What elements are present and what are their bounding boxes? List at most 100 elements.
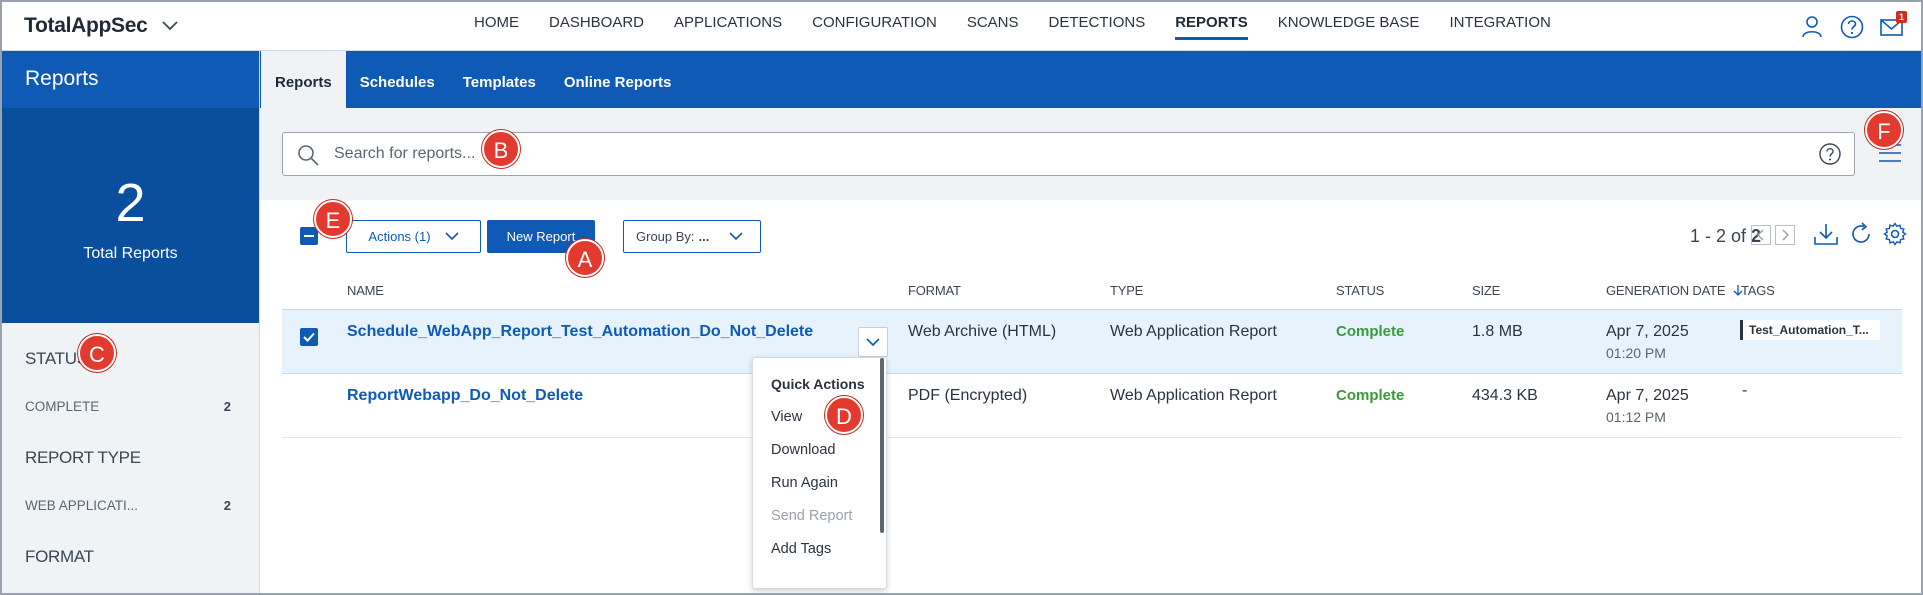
total-reports-label: Total Reports [83,245,178,262]
app-title: TotalAppSec [24,14,148,37]
next-page-button[interactable] [1775,225,1795,245]
menu-item-send-report: Send Report [771,508,853,524]
chevron-down-icon [866,337,880,346]
tab-schedules[interactable]: Schedules [346,51,449,108]
nav-detections[interactable]: DETECTIONS [1049,2,1146,50]
tab-templates[interactable]: Templates [449,51,550,108]
report-date: Apr 7, 2025 [1606,387,1689,404]
search-input[interactable] [334,142,1784,166]
search-help-icon[interactable] [1818,142,1842,171]
column-generation-date[interactable]: GENERATION DATE [1606,283,1743,298]
nav-applications[interactable]: APPLICATIONS [674,2,782,50]
tab-online-reports[interactable]: Online Reports [550,51,686,108]
report-size: 1.8 MB [1472,323,1523,340]
group-by-label: Group By: [636,229,695,244]
report-tabs: Reports Schedules Templates Online Repor… [260,51,1921,108]
marker-e: E [314,200,352,238]
report-name-link[interactable]: Schedule_WebApp_Report_Test_Automation_D… [347,323,813,341]
report-generation-date: Apr 7, 2025 01:12 PM [1606,387,1689,425]
table-tool-icons [1813,222,1907,251]
marker-b: B [482,130,520,168]
nav-integration[interactable]: INTEGRATION [1449,2,1550,50]
nav-configuration[interactable]: CONFIGURATION [812,2,937,50]
checkmark-icon [303,332,315,342]
total-reports-panel: 2 Total Reports [2,108,259,323]
top-icons: 1 [1799,11,1907,40]
column-status[interactable]: STATUS [1336,283,1384,298]
top-nav: TotalAppSec HOME DASHBOARD APPLICATIONS … [2,2,1921,51]
report-type: Web Application Report [1110,387,1277,404]
facet-format-title: FORMAT [25,547,94,566]
chevron-left-icon [1757,229,1764,241]
sidebar-title: Reports [2,51,259,108]
table-toolbar: Actions (1) New Report Group By: ... 1 -… [260,200,1921,274]
column-name[interactable]: NAME [347,283,384,298]
chevron-down-icon [161,21,178,31]
marker-a: A [566,239,604,277]
report-generation-date: Apr 7, 2025 01:20 PM [1606,323,1689,361]
report-format: PDF (Encrypted) [908,387,1028,404]
group-by-dropdown[interactable]: Group By: ... [623,220,761,253]
table-header: NAME FORMAT TYPE STATUS SIZE GENERATION … [282,274,1902,310]
pager-range: 1 - 2 of [1689,226,1746,246]
facet-count: 2 [223,498,231,513]
user-icon[interactable] [1799,14,1825,40]
nav-home[interactable]: HOME [474,2,519,50]
report-size: 434.3 KB [1472,387,1538,404]
marker-f: F [1865,111,1903,149]
main-nav: HOME DASHBOARD APPLICATIONS CONFIGURATIO… [474,2,1551,50]
help-icon[interactable] [1839,14,1865,40]
facet-label: WEB APPLICATI... [25,498,139,513]
marker-c: C [78,334,116,372]
facet-status-complete[interactable]: COMPLETE 2 [2,399,259,414]
chevron-down-icon [444,232,459,241]
refresh-icon[interactable] [1849,222,1873,251]
nav-dashboard[interactable]: DASHBOARD [549,2,644,50]
menu-item-run-again[interactable]: Run Again [753,475,886,491]
quick-actions-title: Quick Actions [771,376,865,392]
report-tag: - [1742,382,1748,399]
report-tag[interactable]: Test_Automation_T... [1740,320,1880,340]
facet-report-type-title: REPORT TYPE [25,448,141,467]
report-time: 01:20 PM [1606,345,1666,361]
actions-dropdown[interactable]: Actions (1) [346,220,481,253]
column-type[interactable]: TYPE [1110,283,1143,298]
nav-knowledge-base[interactable]: KNOWLEDGE BASE [1278,2,1420,50]
report-format: Web Archive (HTML) [908,323,1057,340]
tab-reports[interactable]: Reports [261,51,346,108]
prev-page-button[interactable] [1751,225,1771,245]
marker-d: D [825,396,863,434]
column-format[interactable]: FORMAT [908,283,961,298]
report-status: Complete [1336,323,1405,340]
row-checkbox[interactable] [300,328,318,346]
row-quick-actions-button[interactable] [858,327,888,357]
nav-reports[interactable]: REPORTS [1175,2,1248,50]
reports-table: NAME FORMAT TYPE STATUS SIZE GENERATION … [282,274,1902,438]
column-size[interactable]: SIZE [1472,283,1500,298]
mail-icon[interactable]: 1 [1879,11,1907,40]
group-by-value: ... [698,229,710,244]
select-all-checkbox[interactable] [300,227,318,245]
nav-scans[interactable]: SCANS [967,2,1019,50]
settings-gear-icon[interactable] [1883,222,1907,251]
search-icon [296,143,320,172]
column-tags: TAGS [1741,283,1775,298]
menu-scrollbar[interactable] [880,358,884,533]
actions-label: Actions (1) [368,229,431,244]
menu-item-view[interactable]: View [753,409,886,425]
menu-item-add-tags[interactable]: Add Tags [753,541,886,557]
facet-label: COMPLETE [25,399,100,414]
menu-item-download[interactable]: Download [753,442,886,458]
table-row[interactable]: ReportWebapp_Do_Not_Delete PDF (Encrypte… [282,374,1902,438]
report-name-link[interactable]: ReportWebapp_Do_Not_Delete [347,387,583,405]
report-status: Complete [1336,387,1405,404]
report-date: Apr 7, 2025 [1606,323,1689,340]
facet-status-title: STATUS [25,349,88,368]
facet-report-type-web-application[interactable]: WEB APPLICATI... 2 [2,498,259,513]
column-generation-date-label: GENERATION DATE [1606,283,1726,298]
download-icon[interactable] [1813,222,1839,251]
app-switcher[interactable]: TotalAppSec [24,14,178,38]
table-row[interactable]: Schedule_WebApp_Report_Test_Automation_D… [282,310,1902,374]
chevron-down-icon [729,232,743,241]
notification-badge: 1 [1896,11,1907,23]
